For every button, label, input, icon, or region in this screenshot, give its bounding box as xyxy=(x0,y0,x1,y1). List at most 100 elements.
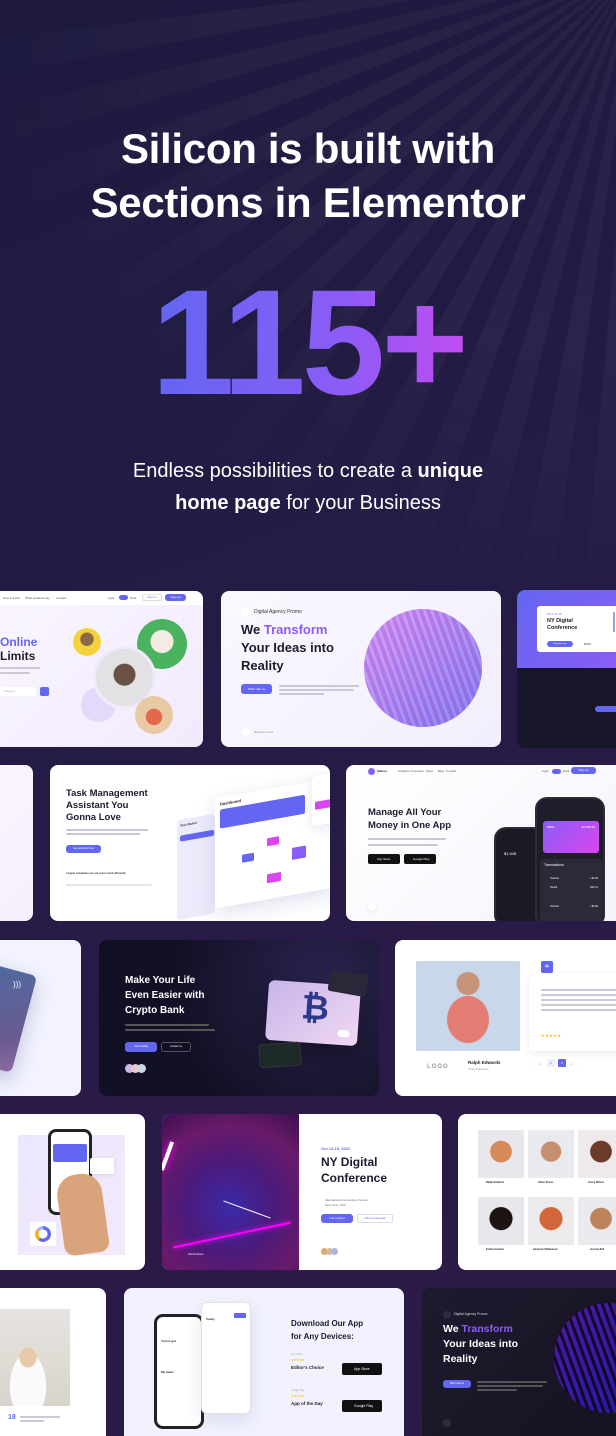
nav-link: Store xyxy=(426,769,434,773)
sign-up-button: Sign up xyxy=(165,594,186,601)
preview-agency-dark[interactable]: Digital Agency Promo We Transform Your I… xyxy=(422,1288,616,1436)
title-text: Assistant You xyxy=(66,800,129,811)
title-text: Reality xyxy=(443,1353,478,1365)
title-text: Crypto Bank xyxy=(125,1005,185,1016)
nav-link: How it works xyxy=(3,596,21,600)
phone-mockup-back: Today xyxy=(201,1302,251,1414)
nav-link: Analytics xyxy=(398,769,411,773)
badge-icon xyxy=(443,1311,451,1319)
title-text: We xyxy=(241,622,264,637)
get-ticket-button: Get a ticket xyxy=(321,1214,353,1223)
preview-conference-ticket[interactable]: OCT 14-15 NY Digital Conference Buy tick… xyxy=(517,590,616,748)
app-store-button: App Store xyxy=(368,854,400,864)
testimonial-role: Head of Marketing xyxy=(468,1068,489,1071)
subtitle-text: for your Business xyxy=(280,492,441,514)
transaction-name: Health xyxy=(550,886,558,889)
work-with-us-button: Work with us xyxy=(443,1380,471,1388)
badge-icon xyxy=(242,608,250,616)
team-member-photo xyxy=(528,1197,574,1245)
theme-dark-label: Dark xyxy=(563,769,570,773)
donut-chart-widget xyxy=(30,1222,56,1246)
theme-light-label: Light xyxy=(542,769,549,773)
card-toggle xyxy=(337,1029,350,1038)
phone-mockup-front: You've got My tasks xyxy=(154,1314,204,1429)
contact-us-button: Contact us xyxy=(161,1042,191,1052)
title-accent: Transform xyxy=(461,1323,513,1335)
rating-stars: ★★★★★ xyxy=(541,1033,562,1038)
stat-number: 18 xyxy=(8,1414,16,1421)
buy-ticket-button: Buy ticket now xyxy=(547,641,573,647)
event-location: New York, USA xyxy=(325,1203,346,1207)
category-select: Category xyxy=(0,687,36,696)
preview-badge: Digital Agency Promo xyxy=(454,1312,488,1316)
preview-task-management[interactable]: Task Management Assistant You Gonna Love… xyxy=(50,765,330,921)
preview-title: Task Management Assistant You Gonna Love xyxy=(66,788,148,824)
rating-stars: ★★★★★ xyxy=(291,1394,305,1398)
footer-button xyxy=(595,706,616,712)
theme-dark-label: Dark xyxy=(130,596,137,600)
testimonial-name: Ralph Edwards xyxy=(468,1060,501,1065)
team-member-name: Albert Flores xyxy=(538,1181,554,1184)
contactless-icon: ))) xyxy=(13,980,21,989)
subtitle-bold: unique xyxy=(417,460,484,482)
team-member-name: Ralph Edwards xyxy=(486,1181,505,1184)
event-location: International Convention Centre xyxy=(325,1198,368,1202)
title-text: Download Our App xyxy=(291,1319,364,1328)
title-text: NY Digital xyxy=(321,1155,378,1169)
title-text: Your Ideas into xyxy=(443,1338,519,1350)
brand-name: Silicon xyxy=(377,769,387,773)
preview-agency-light[interactable]: Digital Agency Promo We Transform Your I… xyxy=(221,591,501,747)
pagination-page: 1 xyxy=(539,1062,541,1066)
preview-finance-app[interactable]: Silicon Analytics Overview Store Blog Co… xyxy=(346,765,616,921)
nav-link: Contact xyxy=(446,769,457,773)
preview-title: Limits xyxy=(0,649,36,663)
preview-title: We Transform Your Ideas into Reality xyxy=(443,1322,518,1367)
preview-download-app[interactable]: You've got My tasks Today Download Our A… xyxy=(124,1288,404,1436)
award-label: Editor's Choice xyxy=(291,1365,324,1370)
scroll-label: Discover more xyxy=(254,730,274,734)
pagination-prev: ‹ xyxy=(530,1062,531,1066)
team-member-photo xyxy=(578,1197,616,1245)
pagination-page: 2 xyxy=(547,1059,555,1067)
nav-link: Contact xyxy=(56,596,67,600)
award-label: App of the Day xyxy=(291,1401,323,1406)
preview-card-visual[interactable]: ))) xyxy=(0,940,81,1096)
sign-up-button: Sign up xyxy=(571,767,596,774)
team-member-name: Esther Howard xyxy=(486,1248,504,1251)
title-text: Task Management xyxy=(66,788,148,799)
title-accent: Transform xyxy=(263,622,328,637)
phone-section-title: My tasks xyxy=(161,1370,174,1374)
title-text: We xyxy=(443,1323,462,1335)
preview-crypto-bank[interactable]: Make Your Life Even Easier with Crypto B… xyxy=(99,940,379,1096)
preview-badge: Digital Agency Promo xyxy=(254,609,302,615)
preview-title: We Transform Your Ideas into Reality xyxy=(241,621,334,675)
get-started-button: Get started for free xyxy=(66,845,101,853)
preview-podcast[interactable]: 18 xyxy=(0,1288,106,1436)
transactions-panel: Transactions Transfer + $4.99 Health - $… xyxy=(540,859,602,921)
title-text: Your Ideas into xyxy=(241,640,334,655)
quote-icon: “ xyxy=(541,961,553,973)
ticket-date: OCT 14-15 xyxy=(547,612,562,616)
team-member-photo xyxy=(478,1130,524,1178)
preview-ny-conference[interactable]: Scroll down Oct 14-15, 2021 NY Digital C… xyxy=(162,1114,442,1270)
student-photo xyxy=(135,696,173,734)
title-text: Make Your Life xyxy=(125,975,196,986)
preview-team[interactable]: Ralph Edwards Albert Flores Jenny Wilson… xyxy=(458,1114,616,1270)
title-text: Money in One App xyxy=(368,820,452,831)
work-with-us-button: Work with us xyxy=(241,684,272,694)
preview-partial-left-row2[interactable] xyxy=(0,765,33,921)
task-block xyxy=(292,845,306,860)
phone-greeting: You've got xyxy=(161,1339,176,1343)
preview-online-courses[interactable]: How it works What students say Contact L… xyxy=(0,591,203,747)
google-play-button: Google Play xyxy=(342,1400,382,1412)
scroll-label: Scroll down xyxy=(188,1252,204,1256)
subtitle-bold: home page xyxy=(175,492,281,514)
hero-subtitle: Endless possibilities to create a unique… xyxy=(0,455,616,519)
preview-testimonial[interactable]: “ ★★★★★ LOGO Ralph Edwards Head of Marke… xyxy=(395,940,616,1096)
team-member-name: Jenny Wilson xyxy=(588,1181,605,1184)
rating-stars: ★★★★★ xyxy=(291,1358,305,1362)
side-panel xyxy=(312,769,330,827)
preview-mobile-banking[interactable] xyxy=(0,1114,145,1270)
nav-link: Overview xyxy=(411,769,424,773)
preview-title: Manage All Your Money in One App xyxy=(368,806,451,832)
